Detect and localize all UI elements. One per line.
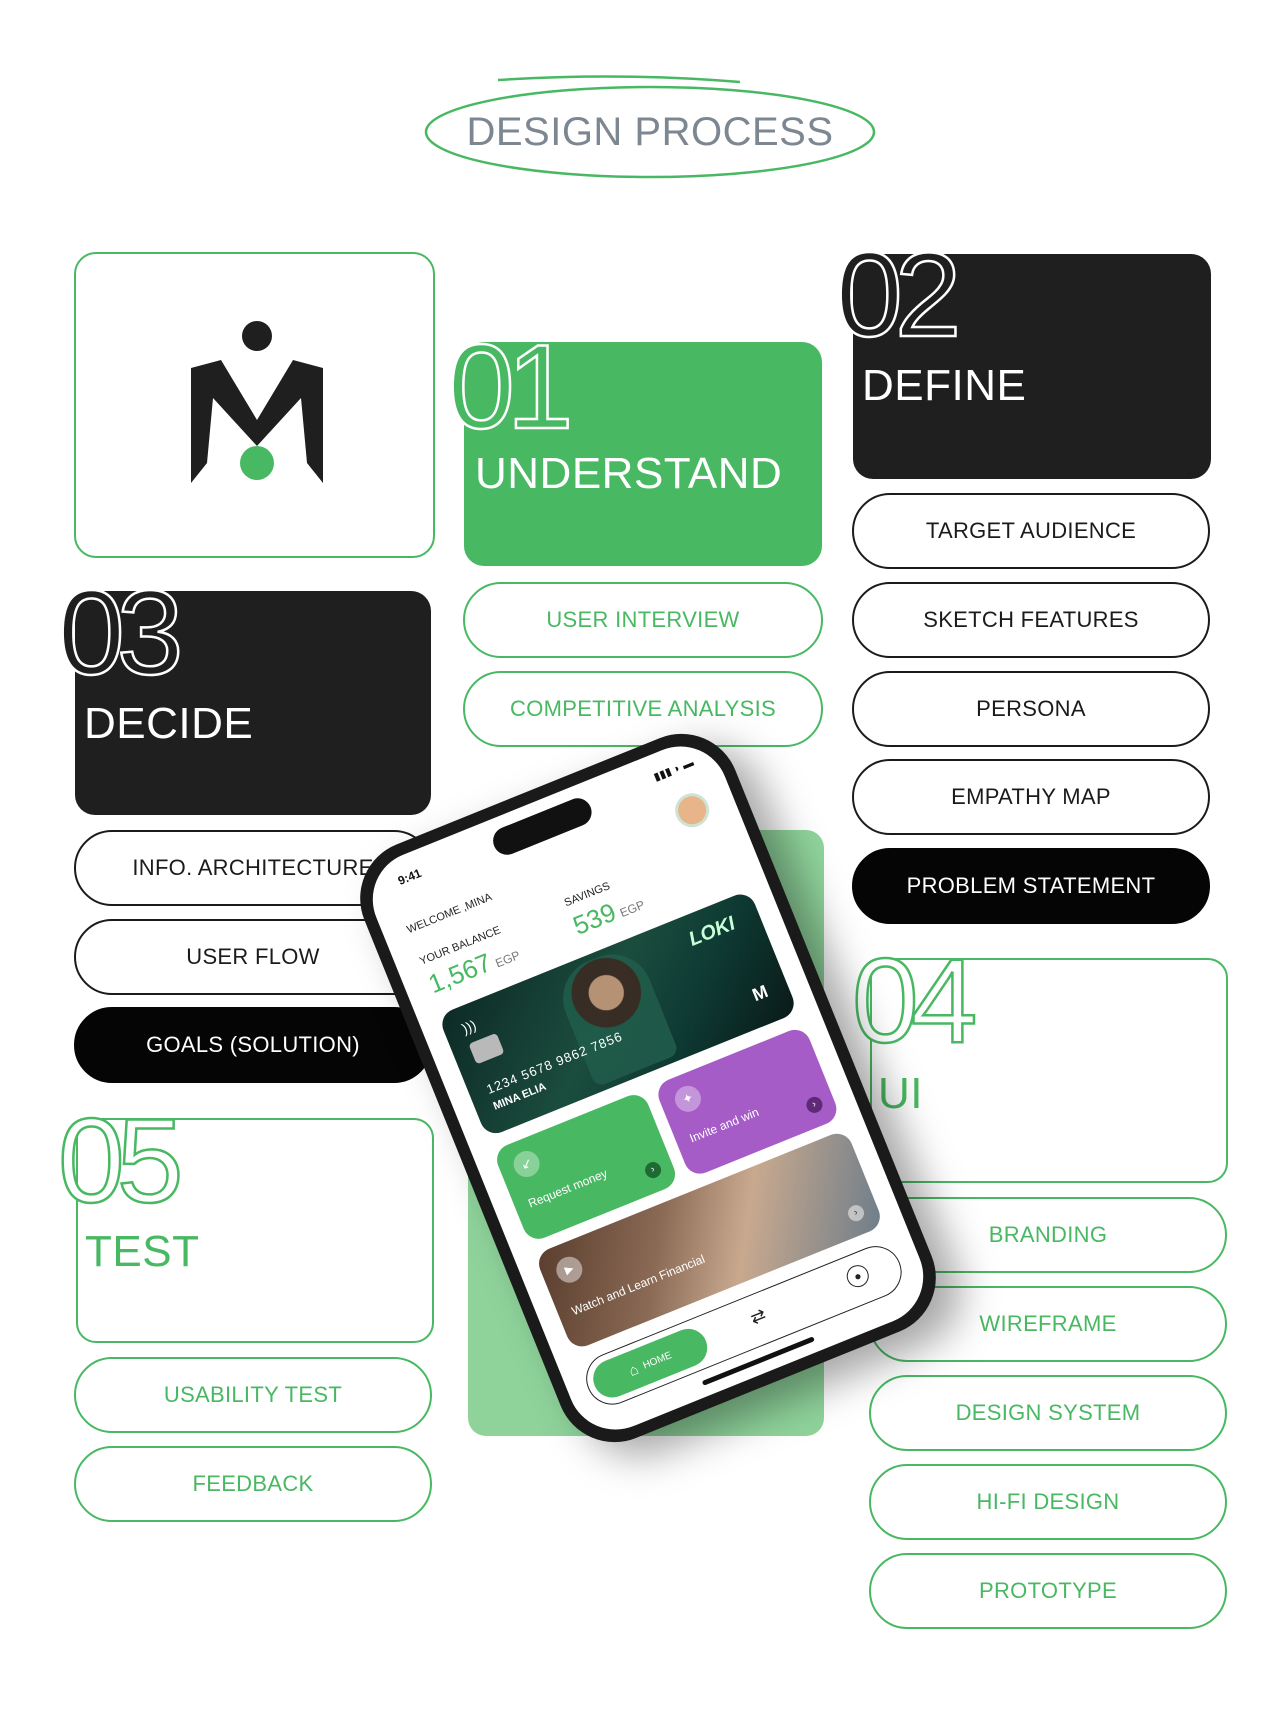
phone-screen: 9:41 ▮▮▮ ◗ ▬ WELCOME ,MINA YOUR BALANCE … [358, 732, 938, 1444]
ui-item[interactable]: HI-FI DESIGN [869, 1464, 1227, 1540]
define-item[interactable]: SKETCH FEATURES [852, 582, 1210, 658]
welcome-text: WELCOME ,MINA [405, 891, 494, 937]
understand-label: UNDERSTAND [475, 449, 783, 498]
understand-number: 01 [448, 328, 577, 438]
svg-text:03: 03 [58, 574, 179, 684]
nav-home-label: HOME [641, 1349, 674, 1372]
define-item[interactable]: TARGET AUDIENCE [852, 493, 1210, 569]
balance-currency: EGP [493, 947, 523, 971]
decide-label: DECIDE [84, 699, 254, 748]
svg-text:01: 01 [448, 328, 568, 438]
dynamic-island [488, 794, 596, 859]
chevron-right-icon: › [804, 1094, 825, 1116]
svg-text:05: 05 [58, 1102, 179, 1212]
card-logo-icon: M [749, 981, 771, 1006]
signal-icon: ▮▮▮ ◗ ▬ [652, 756, 696, 784]
gift-icon: ✦ [671, 1081, 705, 1116]
chip-icon [468, 1032, 505, 1065]
define-item[interactable]: PROBLEM STATEMENT [852, 848, 1210, 924]
watch-label: Watch and Learn Financial [569, 1251, 707, 1319]
understand-item[interactable]: COMPETITIVE ANALYSIS [463, 671, 823, 747]
request-label: Request money [526, 1166, 610, 1211]
invite-label: Invite and win [687, 1104, 761, 1146]
svg-text:02: 02 [836, 236, 956, 346]
profile-icon[interactable]: ● [843, 1261, 873, 1291]
chevron-right-icon: › [642, 1159, 664, 1181]
card-art [551, 942, 680, 1088]
decide-item[interactable]: GOALS (SOLUTION) [74, 1007, 432, 1083]
m-person-logo-icon [191, 321, 323, 483]
page-title: DESIGN PROCESS [466, 110, 834, 154]
ui-number: 04 [852, 942, 984, 1052]
test-item[interactable]: USABILITY TEST [74, 1357, 432, 1433]
card-brand: LOKI [685, 912, 739, 951]
define-item[interactable]: EMPATHY MAP [852, 759, 1210, 835]
arrow-down-icon: ↙ [509, 1147, 544, 1181]
understand-item[interactable]: USER INTERVIEW [463, 582, 823, 658]
svg-text:04: 04 [852, 942, 975, 1052]
avatar[interactable] [670, 788, 715, 833]
phone-mockup: 9:41 ▮▮▮ ◗ ▬ WELCOME ,MINA YOUR BALANCE … [342, 716, 954, 1460]
test-item[interactable]: FEEDBACK [74, 1446, 432, 1522]
transfer-icon[interactable]: ⇄ [747, 1304, 769, 1329]
home-icon: ⌂ [626, 1360, 641, 1380]
play-icon: ▶ [552, 1252, 587, 1287]
status-time: 9:41 [395, 865, 424, 888]
test-label: TEST [85, 1227, 200, 1276]
ui-item[interactable]: PROTOTYPE [869, 1553, 1227, 1629]
chevron-right-icon: › [845, 1202, 867, 1224]
define-label: DEFINE [862, 361, 1027, 410]
savings-currency: EGP [617, 897, 647, 921]
ui-item[interactable]: DESIGN SYSTEM [869, 1375, 1227, 1451]
decide-number: 03 [58, 574, 188, 684]
test-number: 05 [58, 1102, 188, 1212]
define-item[interactable]: PERSONA [852, 671, 1210, 747]
ui-label: UI [878, 1069, 923, 1118]
logo-card [74, 252, 435, 558]
define-number: 02 [836, 236, 965, 346]
contactless-icon: ))) [459, 1016, 479, 1037]
